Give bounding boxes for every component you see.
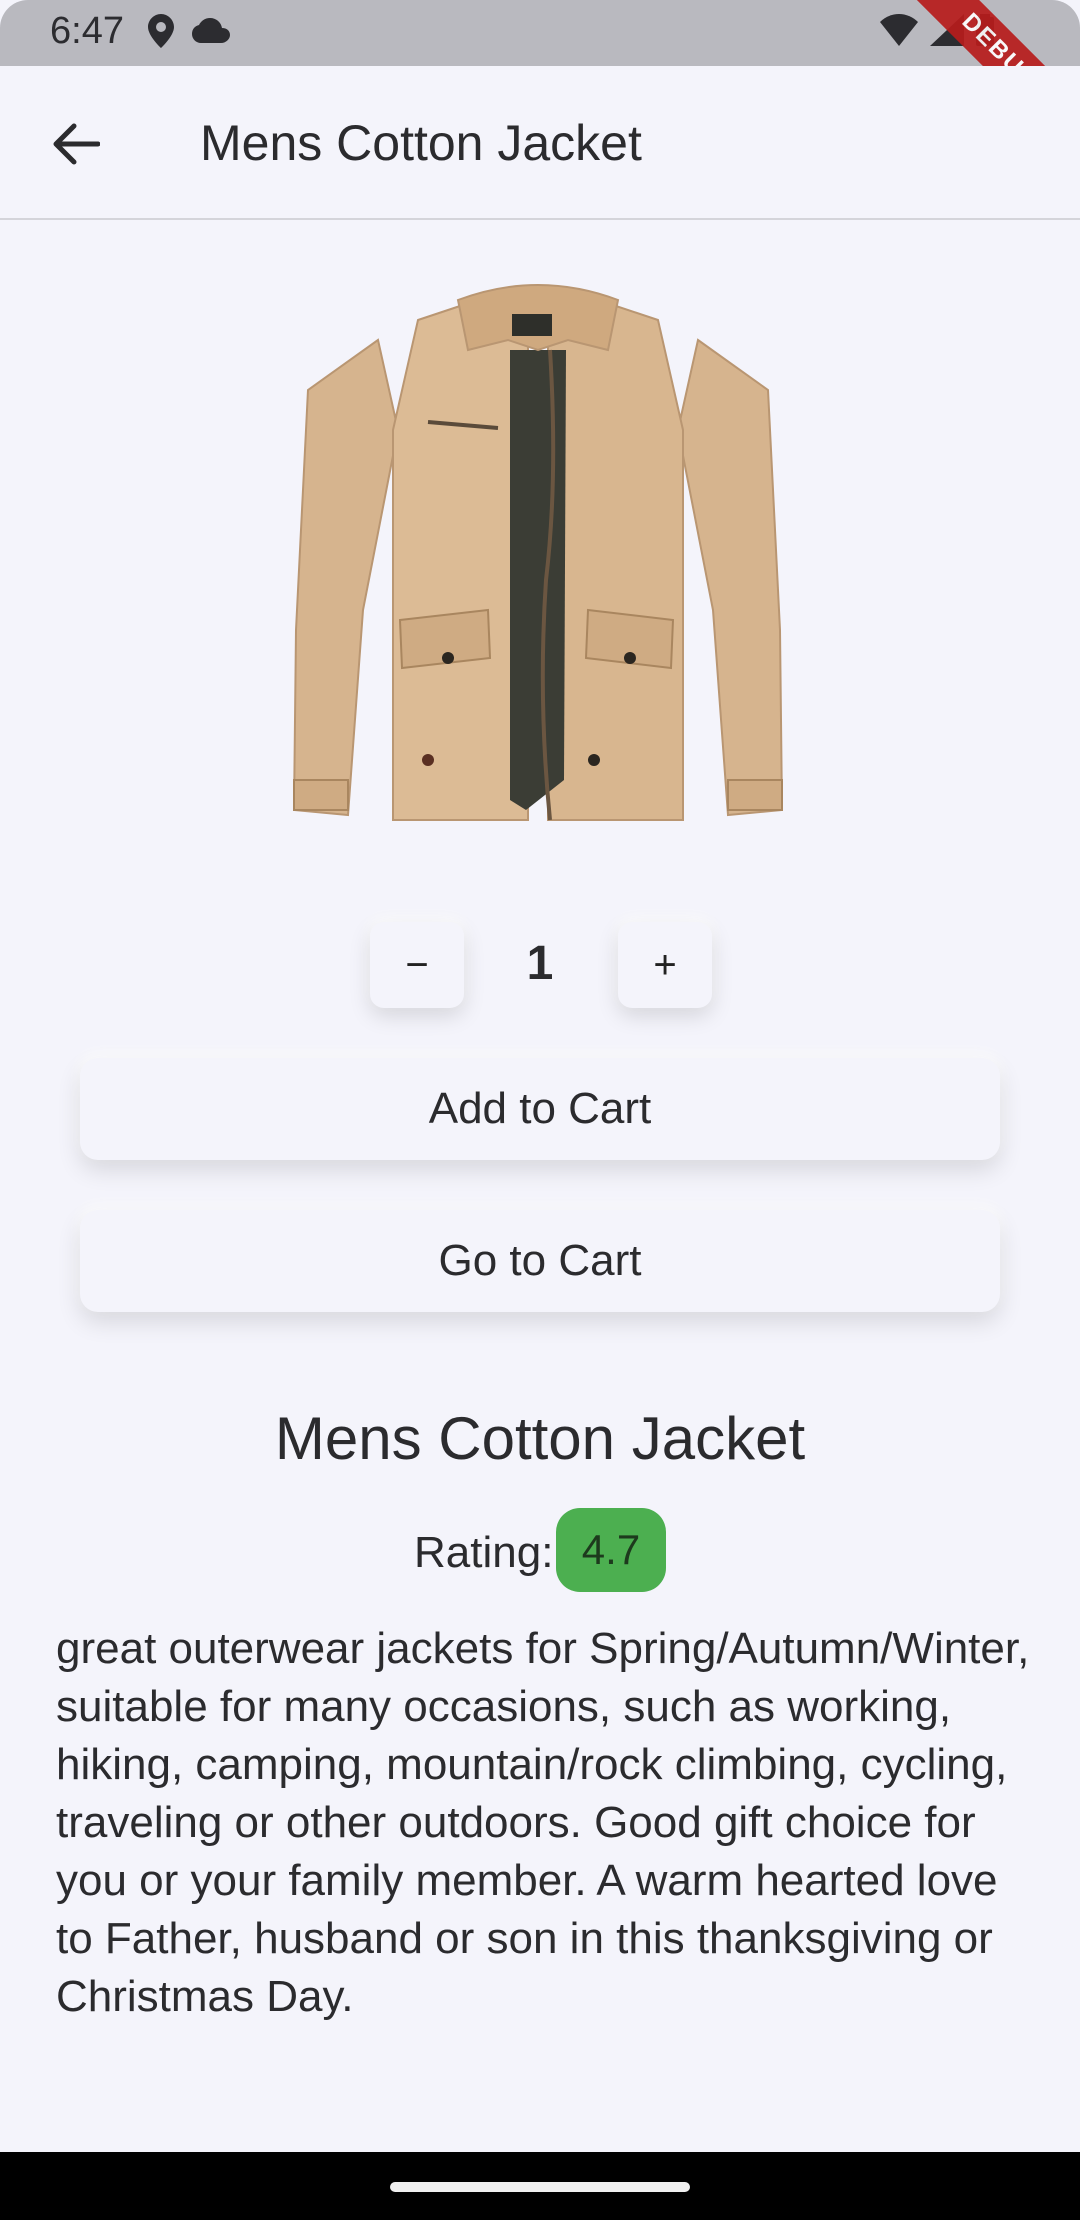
app-bar: Mens Cotton Jacket — [0, 66, 1080, 220]
status-left-icons — [148, 14, 230, 53]
decrease-quantity-button[interactable]: − — [370, 922, 464, 1008]
wifi-icon — [880, 14, 918, 51]
status-time: 6:47 — [50, 10, 124, 52]
back-arrow-icon — [52, 122, 101, 171]
location-icon — [148, 14, 174, 53]
home-indicator[interactable] — [390, 2182, 690, 2192]
rating-label: Rating: — [414, 1528, 554, 1577]
product-description: great outerwear jackets for Spring/Autum… — [56, 1624, 1030, 2021]
rating-row: Rating: 4.7 — [0, 1508, 1080, 1594]
rating-badge: 4.7 — [556, 1508, 666, 1592]
status-bar: 6:47 — [0, 0, 1080, 66]
back-button[interactable] — [40, 110, 112, 182]
increase-quantity-button[interactable]: + — [618, 922, 712, 1008]
page-title: Mens Cotton Jacket — [200, 115, 642, 171]
go-to-cart-button[interactable]: Go to Cart — [80, 1210, 1000, 1312]
add-to-cart-button[interactable]: Add to Cart — [80, 1058, 1000, 1160]
product-image — [288, 280, 788, 840]
quantity-stepper: − 1 + — [0, 922, 1080, 1010]
cloud-icon — [192, 18, 230, 49]
quantity-value: 1 — [526, 937, 554, 990]
product-title: Mens Cotton Jacket — [274, 1405, 806, 1472]
